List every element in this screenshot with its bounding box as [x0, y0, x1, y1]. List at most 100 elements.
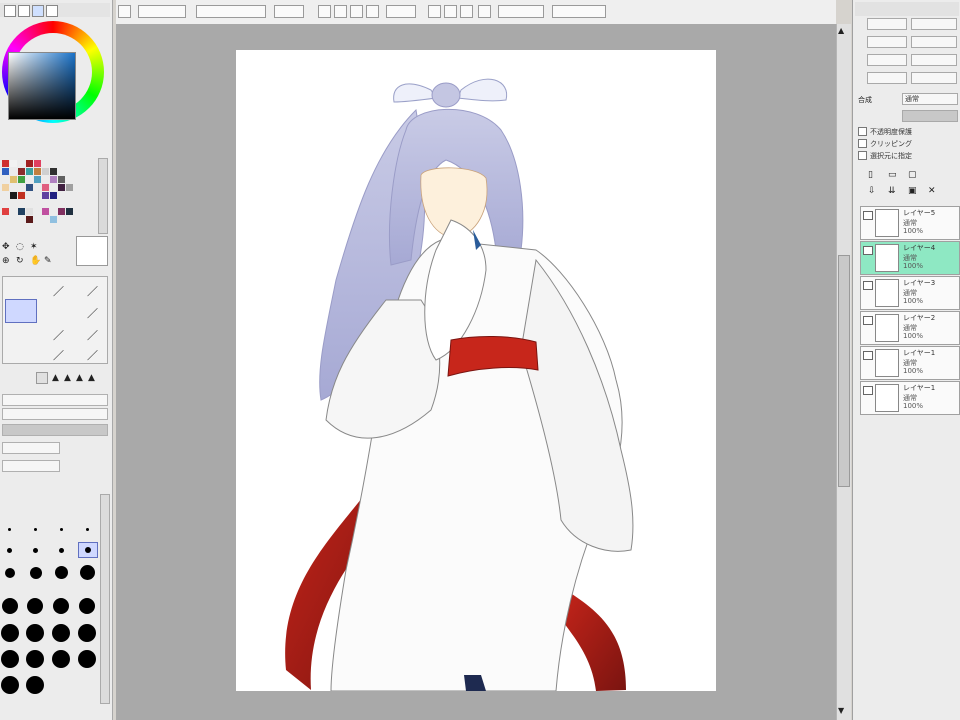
hand-tool-icon[interactable]: ✋ [30, 256, 41, 266]
brush-size-option[interactable] [78, 650, 96, 668]
clear-layer-icon[interactable]: ▣ [908, 186, 917, 196]
swatch[interactable] [34, 160, 41, 167]
swatch[interactable] [50, 192, 57, 199]
visibility-eye-icon[interactable] [863, 351, 873, 360]
swatch[interactable] [34, 168, 41, 175]
visibility-eye-icon[interactable] [863, 281, 873, 290]
swatch[interactable] [26, 160, 33, 167]
brush-shape-button[interactable] [36, 372, 48, 384]
brush-size-option[interactable] [53, 598, 69, 614]
swatch[interactable] [66, 208, 73, 215]
stabilizer-select[interactable] [498, 5, 544, 18]
swatch[interactable] [42, 168, 49, 175]
rotate-right-button[interactable] [444, 5, 457, 18]
arrow-tool-icon[interactable]: ✥ [2, 242, 10, 252]
brush-size-option[interactable] [80, 565, 95, 580]
swatch-scrollbar[interactable] [98, 158, 108, 234]
new-layer-set-icon[interactable]: ▢ [908, 170, 917, 180]
visibility-eye-icon[interactable] [863, 246, 873, 255]
swatch[interactable] [42, 192, 49, 199]
brush-size-option[interactable] [86, 528, 89, 531]
swatch[interactable] [50, 168, 57, 175]
swatch[interactable] [18, 168, 25, 175]
brush-size-option[interactable] [55, 566, 68, 579]
new-layer-icon[interactable]: ▯ [868, 170, 873, 180]
panel-button[interactable] [867, 54, 907, 66]
watercolor-tool-icon[interactable]: ／ [53, 327, 64, 343]
rotate-tool-icon[interactable]: ↻ [16, 256, 24, 266]
brush-tool-grid[interactable]: ／ ／ ／ ／ ／ ／ ／ [2, 276, 108, 364]
flip-button[interactable] [478, 5, 491, 18]
panel-button[interactable] [911, 54, 957, 66]
canvas-scroll-thumb[interactable] [838, 255, 850, 487]
stabilizer-value-field[interactable] [552, 5, 606, 18]
magic-wand-tool-icon[interactable]: ✶ [30, 242, 38, 252]
color-wheel-toggle[interactable] [4, 5, 16, 17]
swatch[interactable] [2, 168, 9, 175]
swatch[interactable] [26, 216, 33, 223]
layer-row[interactable]: レイヤー5 通常 100% [860, 206, 960, 240]
brush-texture-select-2[interactable] [2, 460, 60, 472]
swatch[interactable] [34, 176, 41, 183]
brush-size-option[interactable] [26, 624, 44, 642]
layer-row-selected[interactable]: レイヤー4 通常 100% [860, 241, 960, 275]
brush-size-option[interactable] [85, 547, 91, 553]
brush-size-option[interactable] [78, 624, 96, 642]
rotate-left-button[interactable] [428, 5, 441, 18]
swatch[interactable] [26, 208, 33, 215]
zoom-in-button[interactable] [318, 5, 331, 18]
selection-source-checkbox[interactable] [858, 151, 867, 160]
scroll-down-arrow-icon[interactable]: ▼ [838, 706, 844, 715]
lasso-tool-icon[interactable]: ◌ [16, 242, 24, 252]
swatch[interactable] [18, 208, 25, 215]
transfer-layer-icon[interactable]: ⇩ [868, 186, 876, 196]
brush-size-option[interactable] [60, 528, 63, 531]
swatch[interactable] [10, 160, 17, 167]
brush-size-option[interactable] [8, 528, 11, 531]
panel-button[interactable] [911, 36, 957, 48]
brush-size-option[interactable] [1, 624, 19, 642]
swatch[interactable] [10, 192, 17, 199]
layer-row[interactable]: レイヤー1 通常 100% [860, 381, 960, 415]
selection-toggle-button[interactable] [196, 5, 266, 18]
triangle-shape-icon[interactable]: ▲ [76, 373, 83, 383]
zoom-reset-button[interactable] [350, 5, 363, 18]
panel-button[interactable] [867, 72, 907, 84]
merge-layer-icon[interactable]: ⇊ [888, 186, 896, 196]
toolbar-button[interactable] [138, 5, 186, 18]
layer-row[interactable]: レイヤー3 通常 100% [860, 276, 960, 310]
triangle-shape-icon[interactable]: ▲ [88, 373, 95, 383]
brush-size-option[interactable] [1, 650, 19, 668]
visibility-eye-icon[interactable] [863, 386, 873, 395]
swatch[interactable] [50, 176, 57, 183]
brush-size-option[interactable] [30, 567, 42, 579]
blend-mode-select[interactable]: 通常 [902, 93, 958, 105]
density-slider[interactable] [2, 424, 108, 436]
brush-size-scrollbar[interactable] [100, 494, 110, 704]
brush-size-option[interactable] [5, 568, 15, 578]
brush-size-option[interactable] [2, 598, 18, 614]
brush-size-option[interactable] [59, 548, 64, 553]
airbrush-tool-icon[interactable]: ／ [87, 305, 98, 321]
current-color-box[interactable] [76, 236, 108, 266]
panel-button[interactable] [867, 18, 907, 30]
delete-layer-icon[interactable]: ✕ [928, 186, 936, 196]
swatch[interactable] [50, 216, 57, 223]
scroll-up-arrow-icon[interactable]: ▲ [838, 26, 844, 35]
swatch[interactable] [2, 160, 9, 167]
brush-size-option[interactable] [1, 676, 19, 694]
marker-tool-icon[interactable]: ／ [87, 327, 98, 343]
triangle-shape-icon[interactable]: ▲ [64, 373, 71, 383]
swatch[interactable] [18, 176, 25, 183]
new-layer-folder-icon[interactable]: ▭ [888, 170, 897, 180]
blur-tool-icon[interactable]: ／ [87, 347, 98, 363]
swatch[interactable] [2, 208, 9, 215]
zoom-fit-button[interactable] [366, 5, 379, 18]
rotate-reset-button[interactable] [460, 5, 473, 18]
opacity-slider[interactable] [902, 110, 958, 122]
brush-size-option[interactable] [26, 676, 44, 694]
selected-brush-tool[interactable] [5, 299, 37, 323]
brush-texture-select[interactable] [2, 442, 60, 454]
swatch[interactable] [42, 184, 49, 191]
swatch[interactable] [18, 192, 25, 199]
